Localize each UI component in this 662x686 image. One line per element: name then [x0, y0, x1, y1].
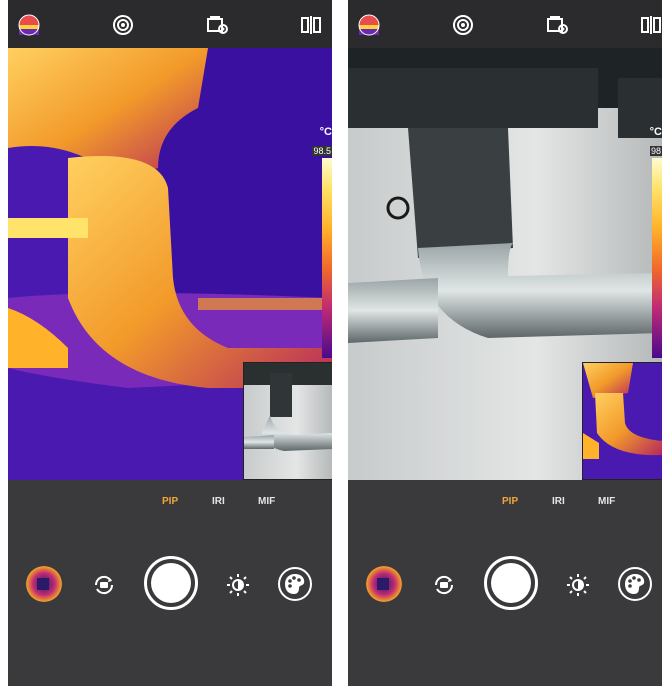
scale-gradient-bar	[652, 158, 662, 358]
shutter-button[interactable]	[484, 556, 538, 610]
target-icon[interactable]	[112, 14, 134, 36]
color-palette-icon[interactable]	[277, 566, 313, 602]
settings-icon[interactable]	[546, 14, 568, 36]
rotate-camera-icon[interactable]	[92, 573, 116, 597]
scale-max-value: 98	[649, 146, 662, 156]
camera-controls	[348, 556, 662, 612]
rotate-camera-icon[interactable]	[432, 573, 456, 597]
phone-screen-right: °C 98 PIP IRI MIF	[348, 0, 662, 686]
split-view-icon[interactable]	[300, 14, 322, 36]
camera-controls	[8, 556, 332, 612]
phone-screen-left: °C 98.5 PIP IRI MIF	[8, 0, 332, 686]
brightness-icon[interactable]	[566, 573, 590, 597]
mode-selector: PIP IRI MIF	[8, 496, 332, 512]
palette-icon[interactable]	[18, 14, 40, 36]
mode-pip[interactable]: PIP	[502, 496, 518, 507]
temperature-scale: °C 98	[648, 126, 662, 360]
scale-gradient-bar	[322, 158, 332, 358]
top-bar	[8, 0, 332, 48]
palette-icon[interactable]	[358, 14, 380, 36]
scale-unit: °C	[319, 126, 332, 138]
temperature-scale: °C 98.5	[312, 126, 332, 360]
mode-pip[interactable]: PIP	[162, 496, 178, 507]
shutter-button[interactable]	[144, 556, 198, 610]
scale-unit: °C	[649, 126, 662, 138]
pip-visible-view[interactable]	[243, 362, 332, 480]
pip-thermal-view[interactable]	[582, 362, 662, 480]
palette-thumbnail-icon[interactable]	[26, 566, 62, 602]
mode-iri[interactable]: IRI	[552, 496, 565, 507]
target-icon[interactable]	[452, 14, 474, 36]
brightness-icon[interactable]	[226, 573, 250, 597]
mode-mif[interactable]: MIF	[598, 496, 615, 507]
split-view-icon[interactable]	[640, 14, 662, 36]
mode-selector: PIP IRI MIF	[348, 496, 662, 512]
top-bar	[348, 0, 662, 48]
mode-mif[interactable]: MIF	[258, 496, 275, 507]
scale-max-value: 98.5	[312, 146, 332, 156]
mode-iri[interactable]: IRI	[212, 496, 225, 507]
settings-icon[interactable]	[206, 14, 228, 36]
palette-thumbnail-icon[interactable]	[366, 566, 402, 602]
color-palette-icon[interactable]	[617, 566, 653, 602]
